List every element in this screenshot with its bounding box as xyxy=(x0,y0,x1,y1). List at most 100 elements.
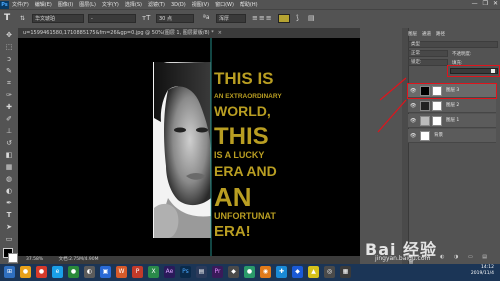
photoshop-logo-icon: Ps xyxy=(0,0,9,9)
close-button[interactable]: ✕ xyxy=(493,0,498,7)
minimize-button[interactable]: — xyxy=(472,0,478,7)
align-buttons-icon[interactable]: ≡≡≡ xyxy=(252,14,273,22)
menu-file[interactable]: 文件(F) xyxy=(12,1,29,8)
taskbar-app-icon[interactable]: W xyxy=(116,266,127,278)
layer-kind-filter[interactable]: 类型 xyxy=(408,41,498,48)
font-size-select[interactable]: 30 点 xyxy=(156,14,194,23)
visibility-eye-icon[interactable]: 👁 xyxy=(410,99,416,113)
font-style-select[interactable]: - xyxy=(88,14,136,23)
canvas-area[interactable]: THIS IS AN EXTRAORDINARY WORLD, THIS IS … xyxy=(18,38,360,256)
blend-mode-label: 正常 xyxy=(411,51,420,56)
restore-button[interactable]: ❐ xyxy=(483,0,488,7)
system-clock[interactable]: 14:12 2019/11/4 xyxy=(471,265,494,277)
eraser-tool-icon[interactable]: ◧ xyxy=(3,150,15,161)
menu-image[interactable]: 图像(I) xyxy=(58,1,73,8)
blur-tool-icon[interactable]: ◍ xyxy=(3,174,15,185)
poster-line: WORLD, xyxy=(214,103,271,119)
menu-filter[interactable]: 滤镜(T) xyxy=(148,1,165,8)
gradient-tool-icon[interactable]: ▦ xyxy=(3,162,15,173)
pen-tool-icon[interactable]: ✒ xyxy=(3,198,15,209)
taskbar-app-icon[interactable]: ▲ xyxy=(308,266,319,278)
taskbar-app-icon[interactable]: ● xyxy=(36,266,47,278)
path-select-tool-icon[interactable]: ➤ xyxy=(3,222,15,233)
lasso-tool-icon[interactable]: ↄ xyxy=(3,54,15,65)
brush-tool-icon[interactable]: ✐ xyxy=(3,114,15,125)
layer-row[interactable]: 👁 图层 1 xyxy=(408,114,496,128)
lock-row[interactable]: 锁定: xyxy=(408,59,448,66)
taskbar-app-icon[interactable]: X xyxy=(148,266,159,278)
character-panel-icon[interactable]: ▤ xyxy=(308,14,315,22)
taskbar-app-icon[interactable]: ▦ xyxy=(340,266,351,278)
blend-mode-select[interactable]: 正常 xyxy=(408,50,448,57)
menu-window[interactable]: 窗口(W) xyxy=(215,1,234,8)
taskbar-app-icon[interactable]: P xyxy=(132,266,143,278)
eyedropper-tool-icon[interactable]: ✑ xyxy=(3,90,15,101)
healing-brush-tool-icon[interactable]: ✚ xyxy=(3,102,15,113)
clone-stamp-tool-icon[interactable]: ⊥ xyxy=(3,126,15,137)
layer-row[interactable]: 👁 图层 2 xyxy=(408,99,496,113)
taskbar-app-icon[interactable]: ◉ xyxy=(260,266,271,278)
type-tool-icon[interactable]: T xyxy=(3,210,15,221)
close-document-icon[interactable]: × xyxy=(218,30,222,36)
quick-select-tool-icon[interactable]: ✎ xyxy=(3,66,15,77)
zoom-level[interactable]: 37.58% xyxy=(26,257,43,262)
start-button[interactable]: ⊞ xyxy=(4,266,15,278)
menu-type[interactable]: 文字(Y) xyxy=(102,1,119,8)
layer-name[interactable]: 图层 1 xyxy=(446,114,459,128)
dodge-tool-icon[interactable]: ◐ xyxy=(3,186,15,197)
layer-name[interactable]: 图层 2 xyxy=(446,99,459,113)
portrait-eye-left xyxy=(174,127,186,133)
clock-date: 2019/11/4 xyxy=(470,271,494,276)
visibility-eye-icon[interactable]: 👁 xyxy=(410,114,416,128)
layer-name[interactable]: 背景 xyxy=(434,129,443,143)
menu-layer[interactable]: 图层(L) xyxy=(79,1,96,8)
menu-view[interactable]: 视图(V) xyxy=(192,1,209,8)
portrait-hand xyxy=(154,203,179,238)
taskbar-app-icon[interactable]: ● xyxy=(20,266,31,278)
background-color-swatch[interactable] xyxy=(8,253,18,263)
taskbar-app-icon[interactable]: ◐ xyxy=(84,266,95,278)
layer-thumbnail xyxy=(420,116,430,126)
document-info[interactable]: 文档:2.75M/4.90M xyxy=(59,257,99,262)
menu-edit[interactable]: 编辑(E) xyxy=(35,1,52,8)
taskbar-app-icon[interactable]: Pr xyxy=(212,266,223,278)
crop-tool-icon[interactable]: ⌗ xyxy=(3,78,15,89)
move-tool-icon[interactable]: ✥ xyxy=(3,30,15,41)
tab-layers[interactable]: 图层 xyxy=(408,31,417,37)
layer-mask-thumbnail[interactable] xyxy=(432,116,442,126)
document-tab[interactable]: u=1599461580,1710885175&fm=26&gp=0.jpg @… xyxy=(18,28,360,38)
antialias-select[interactable]: 浑厚 xyxy=(216,14,246,23)
taskbar-app-icon[interactable]: ▤ xyxy=(196,266,207,278)
taskbar-app-icon[interactable]: ▣ xyxy=(100,266,111,278)
taskbar-app-icon[interactable]: ◆ xyxy=(228,266,239,278)
poster-line: THIS IS xyxy=(214,69,274,88)
history-brush-tool-icon[interactable]: ↺ xyxy=(3,138,15,149)
taskbar-app-icon[interactable]: ✚ xyxy=(276,266,287,278)
tab-channels[interactable]: 通道 xyxy=(422,31,431,37)
taskbar-app-icon[interactable]: e xyxy=(52,266,63,278)
poster-canvas[interactable]: THIS IS AN EXTRAORDINARY WORLD, THIS IS … xyxy=(18,38,360,256)
layer-row[interactable]: 👁 背景 xyxy=(408,129,496,143)
taskbar-app-icon[interactable]: ◆ xyxy=(292,266,303,278)
tab-paths[interactable]: 路径 xyxy=(436,31,445,37)
rectangle-tool-icon[interactable]: ▭ xyxy=(3,234,15,245)
orientation-toggle-icon[interactable]: ⇅ xyxy=(20,15,25,22)
marquee-tool-icon[interactable]: ⬚ xyxy=(3,42,15,53)
portrait-eye-right xyxy=(196,127,208,133)
taskbar-app-icon[interactable]: ● xyxy=(68,266,79,278)
taskbar-app-icon[interactable]: ● xyxy=(244,266,255,278)
taskbar-app-icon[interactable]: Ae xyxy=(164,266,175,278)
menu-3d[interactable]: 3D(D) xyxy=(171,2,186,8)
warp-text-icon[interactable]: ⟆ xyxy=(296,14,299,22)
taskbar-app-icon[interactable]: ◎ xyxy=(324,266,335,278)
visibility-eye-icon[interactable]: 👁 xyxy=(410,129,416,143)
font-family-select[interactable]: 华文琥珀 xyxy=(32,14,84,23)
menu-help[interactable]: 帮助(H) xyxy=(240,1,258,8)
type-tool-icon[interactable]: T xyxy=(4,13,10,23)
antialias-icon: ªa xyxy=(203,14,210,21)
text-color-swatch[interactable] xyxy=(278,14,290,23)
window-controls: — ❐ ✕ xyxy=(472,0,498,7)
layer-mask-thumbnail[interactable] xyxy=(432,101,442,111)
menu-select[interactable]: 选择(S) xyxy=(125,1,142,8)
taskbar-photoshop-icon[interactable]: Ps xyxy=(180,266,191,278)
